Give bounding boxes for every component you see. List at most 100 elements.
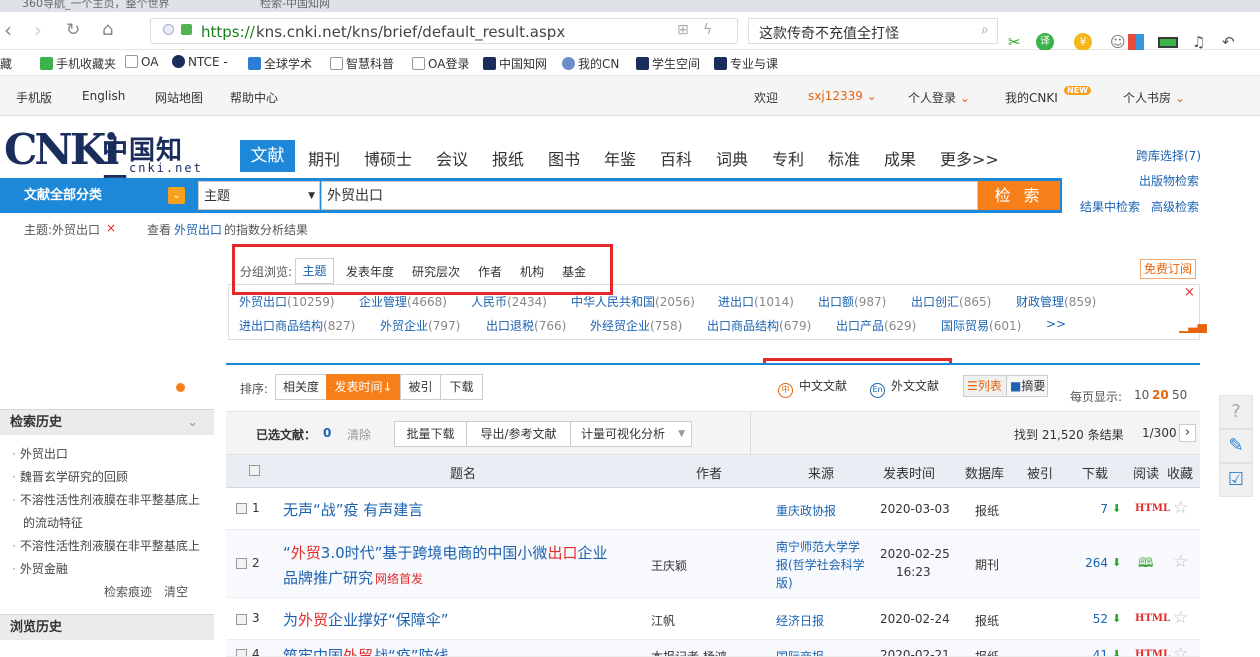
history-item-continued[interactable]: 的流动特征 [23, 512, 83, 535]
url-input[interactable]: https:// kns.cnki.net/kns/brief/default_… [150, 18, 738, 44]
facet-keyword[interactable]: 外贸企业(797) [380, 317, 460, 334]
source-link-line3[interactable]: 版) [776, 574, 793, 591]
remove-tag-icon[interactable]: × [106, 221, 116, 235]
clear-selection-link[interactable]: 清除 [347, 426, 371, 443]
viz-analysis-button[interactable]: 计量可视化分析 ▼ [570, 421, 692, 447]
per-page-10[interactable]: 10 [1134, 388, 1149, 402]
download-icon[interactable]: ⬇ [1112, 502, 1121, 515]
facet-keyword[interactable]: 进出口商品结构(827) [239, 317, 355, 334]
facet-keyword[interactable]: 企业管理(4668) [359, 293, 447, 310]
chinese-literature-button[interactable]: 中中文文献 [778, 377, 847, 398]
row-checkbox[interactable] [236, 649, 247, 656]
username-menu[interactable]: sxj12339 ⌄ [808, 89, 877, 103]
source-link-line2[interactable]: 报(哲学社会科学 [776, 556, 865, 573]
download-icon[interactable]: ⬇ [1112, 612, 1121, 625]
bookmark-item[interactable]: 藏 [0, 55, 12, 72]
db-tab-journal[interactable]: 期刊 [308, 146, 340, 170]
browser-tab[interactable]: 检索-中国知网 [260, 0, 330, 11]
facet-keyword[interactable]: 出口退税(766) [486, 317, 566, 334]
db-tab-encyclopedia[interactable]: 百科 [660, 146, 692, 170]
article-title-line2[interactable]: 品牌推广研究 网络首发 [283, 567, 423, 588]
article-title-link[interactable]: 筑牢中国外贸战“疫”防线 [283, 645, 449, 656]
category-button[interactable]: 文献全部分类 [0, 178, 196, 213]
db-tab-literature[interactable]: 文献 [240, 140, 295, 172]
cross-db-link[interactable]: 跨库选择(7) [1136, 147, 1201, 164]
batch-download-button[interactable]: 批量下载 [394, 421, 467, 447]
history-item[interactable]: 不溶性活性剂液膜在非平整基底上 [12, 489, 210, 512]
list-view-button[interactable]: ☰列表 [963, 375, 1007, 397]
col-title[interactable]: 题名 [450, 463, 476, 482]
facet-keyword[interactable]: 出口创汇(865) [911, 293, 991, 310]
col-cited[interactable]: 被引 [1027, 463, 1053, 482]
facet-more-link[interactable]: >> [1046, 317, 1066, 331]
favorite-star-icon[interactable]: ☆ [1173, 644, 1188, 656]
my-cnki-link[interactable]: 我的CNKI [1005, 89, 1058, 106]
source-link[interactable]: 经济日报 [776, 612, 824, 629]
db-tab-dictionary[interactable]: 词典 [716, 146, 748, 170]
facet-keyword[interactable]: 中华人民共和国(2056) [571, 293, 695, 310]
index-analysis-link[interactable]: 外贸出口 [174, 221, 222, 238]
search-input[interactable]: 外贸出口 [321, 181, 978, 210]
history-clear-link[interactable]: 清空 [164, 583, 188, 600]
pencil-icon[interactable]: ✎ [1219, 429, 1253, 463]
export-button[interactable]: 导出/参考文献 [466, 421, 571, 447]
html-read-icon[interactable]: HTML [1135, 649, 1170, 656]
bookmark-item[interactable]: 中国知网 [483, 55, 547, 72]
search-field-select[interactable]: 主题 ▼ [198, 181, 320, 210]
sort-download-button[interactable]: 下载 [440, 374, 483, 400]
db-tab-patent[interactable]: 专利 [772, 146, 804, 170]
grid-icon[interactable]: ⊞ [677, 22, 689, 38]
favorite-star-icon[interactable]: ☆ [1173, 608, 1188, 628]
facet-keyword[interactable]: 出口商品结构(679) [707, 317, 811, 334]
bookmark-item[interactable]: OA登录 [412, 55, 469, 72]
home-icon[interactable]: ⌂ [102, 18, 113, 42]
download-icon[interactable]: ⬇ [1112, 648, 1121, 656]
html-read-icon[interactable]: HTML [1135, 503, 1170, 514]
bookmark-item[interactable]: OA [125, 55, 158, 69]
col-source[interactable]: 来源 [808, 463, 834, 482]
html-read-icon[interactable]: HTML [1135, 613, 1170, 624]
author-link[interactable]: 王庆颖 [651, 557, 687, 574]
sort-cited-button[interactable]: 被引 [400, 374, 441, 400]
translate-icon[interactable]: 译 [1036, 33, 1054, 51]
sort-date-button[interactable]: 发表时间↓ [326, 374, 401, 400]
db-tab-achievement[interactable]: 成果 [884, 146, 916, 170]
facet-keyword[interactable]: 外贸出口(10259) [239, 293, 335, 310]
personal-login-menu[interactable]: 个人登录 ⌄ [908, 89, 970, 106]
author-link[interactable]: 本报记者 杨鸿 [651, 648, 727, 656]
source-link[interactable]: 南宁师范大学学 [776, 538, 860, 555]
subscribe-button[interactable]: 免费订阅 [1140, 259, 1196, 279]
mobile-link[interactable]: 手机版 [16, 89, 52, 106]
db-tab-more[interactable]: 更多>> [940, 146, 999, 170]
row-checkbox[interactable] [236, 614, 247, 625]
close-facets-icon[interactable]: × [1184, 285, 1195, 300]
browser-tab[interactable]: 360导航_一个主页，整个世界 [22, 0, 170, 11]
facet-keyword[interactable]: 出口额(987) [818, 293, 886, 310]
history-item[interactable]: 外贸出口 [12, 443, 210, 466]
source-link[interactable]: 重庆政协报 [776, 502, 836, 519]
col-author[interactable]: 作者 [696, 463, 722, 482]
bookmark-item[interactable]: 专业与课 [714, 55, 778, 72]
cnki-logo[interactable]: CNKi 中国知网 cnki.net [4, 128, 209, 204]
facet-keyword[interactable]: 出口产品(629) [836, 317, 916, 334]
db-tab-conference[interactable]: 会议 [436, 146, 468, 170]
history-item[interactable]: 不溶性活性剂液膜在非平整基底上 [12, 535, 210, 558]
collapse-icon[interactable]: ⌄ [187, 410, 198, 436]
search-button[interactable]: 检 索 [978, 181, 1060, 210]
book-read-icon[interactable]: 🕮 [1138, 554, 1153, 576]
apps-icon[interactable] [1128, 34, 1144, 50]
article-title-link[interactable]: 为外贸企业撑好“保障伞” [283, 609, 449, 630]
bookmark-item[interactable]: 智慧科普 [330, 55, 394, 72]
bookmark-item[interactable]: 我的CN [562, 55, 619, 72]
english-link[interactable]: English [82, 89, 125, 103]
forward-icon[interactable]: › [34, 18, 42, 42]
facet-keyword[interactable]: 财政管理(859) [1016, 293, 1096, 310]
facet-keyword[interactable]: 进出口(1014) [718, 293, 794, 310]
facet-keyword[interactable]: 人民币(2434) [471, 293, 547, 310]
favorite-star-icon[interactable]: ☆ [1173, 498, 1188, 518]
feedback-icon[interactable]: ? [1219, 395, 1253, 429]
sort-relevance-button[interactable]: 相关度 [275, 374, 327, 400]
history-trace-link[interactable]: 检索痕迹 [104, 583, 152, 600]
advanced-search-link[interactable]: 高级检索 [1151, 198, 1199, 215]
sitemap-link[interactable]: 网站地图 [155, 89, 203, 106]
